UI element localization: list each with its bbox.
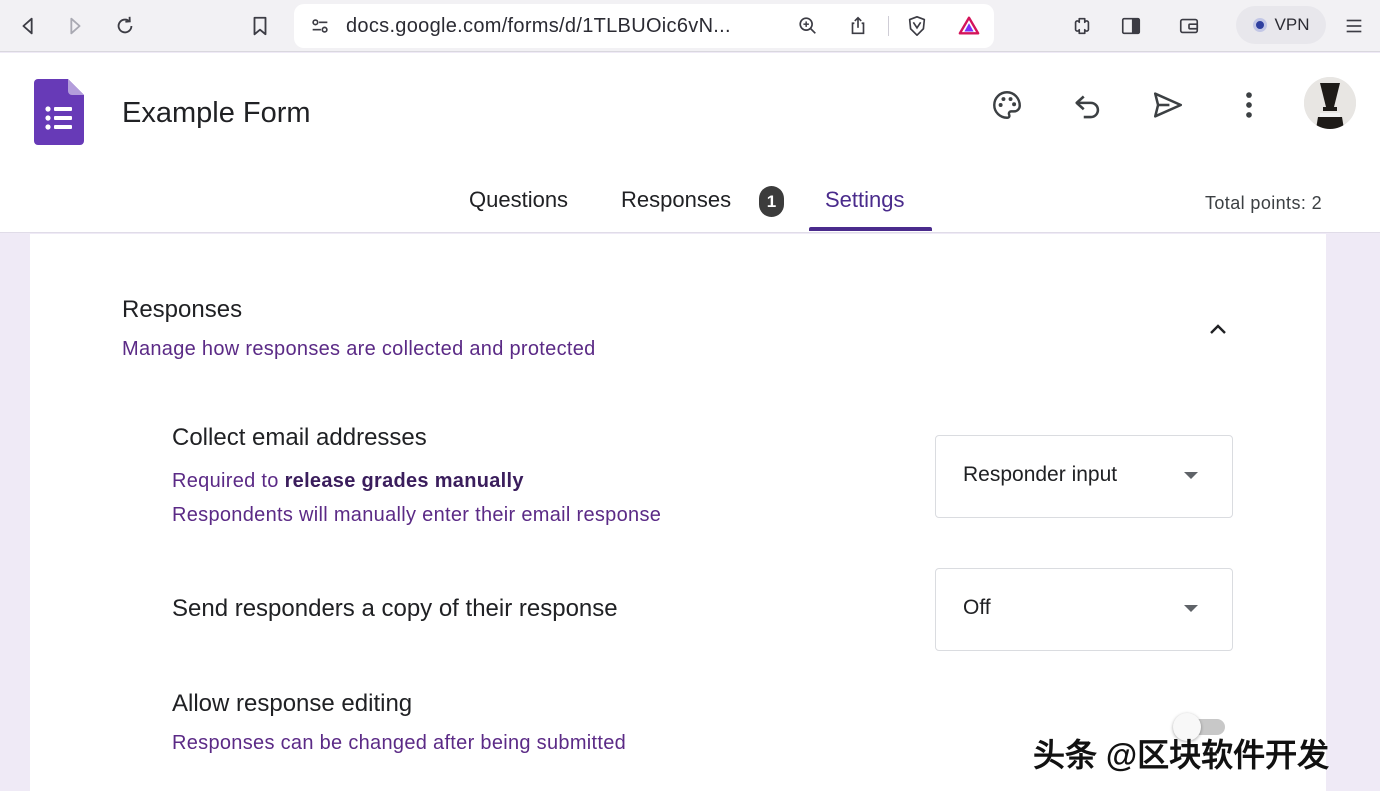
chevron-up-icon (1210, 324, 1226, 334)
vpn-label: VPN (1274, 15, 1310, 34)
site-settings-icon[interactable] (304, 10, 336, 42)
tab-questions[interactable]: Questions (469, 187, 568, 213)
brave-rewards-icon[interactable] (953, 10, 985, 42)
tab-settings[interactable]: Settings (825, 187, 905, 213)
active-tab-indicator (809, 227, 932, 231)
divider (888, 16, 889, 36)
google-forms-logo-icon[interactable] (34, 79, 84, 145)
vpn-status-icon (1252, 18, 1267, 32)
menu-icon[interactable] (1338, 10, 1370, 42)
total-points: Total points: 2 (1205, 193, 1323, 213)
wallet-icon[interactable] (1173, 10, 1205, 42)
url-text: docs.google.com/forms/d/1TLBUOic6vN... (346, 15, 731, 37)
vpn-button[interactable]: VPN (1236, 6, 1326, 44)
more-options-icon[interactable] (1227, 83, 1271, 127)
dropdown-arrow-icon (1184, 605, 1198, 612)
reload-icon[interactable] (109, 10, 141, 42)
undo-icon[interactable] (1066, 83, 1110, 127)
forward-icon[interactable] (59, 10, 91, 42)
watermark: 头条 @区块软件开发 (1033, 737, 1330, 773)
browser-toolbar: docs.google.com/forms/d/1TLBUOic6vN... V… (0, 0, 1380, 52)
share-icon[interactable] (842, 10, 874, 42)
response-editing-title: Allow response editing (172, 690, 413, 717)
collect-email-select[interactable]: Responder input (935, 435, 1233, 518)
select-value: Off (963, 596, 991, 619)
form-header: Example Form Questions Responses 1 Setti… (0, 53, 1380, 233)
zoom-icon[interactable] (792, 10, 824, 42)
response-editing-desc: Responses can be changed after being sub… (172, 732, 627, 754)
dropdown-arrow-icon (1184, 472, 1198, 479)
palette-icon[interactable] (985, 83, 1029, 127)
extensions-icon[interactable] (1066, 10, 1098, 42)
collect-email-desc-2: Respondents will manually enter their em… (172, 504, 662, 526)
account-avatar[interactable] (1304, 77, 1356, 129)
collapse-button[interactable] (1200, 312, 1236, 348)
back-icon[interactable] (12, 10, 44, 42)
release-grades-link[interactable]: release grades manually (285, 470, 524, 492)
collect-email-desc: Required to release grades manually (172, 470, 524, 492)
brave-shields-icon[interactable] (901, 10, 933, 42)
tab-bar: Questions Responses 1 Settings Total poi… (0, 183, 1380, 233)
responses-settings-card: Responses Manage how responses are colle… (30, 234, 1326, 791)
tab-responses[interactable]: Responses (621, 187, 731, 213)
section-title: Responses (122, 296, 243, 323)
sidebar-icon[interactable] (1115, 10, 1147, 42)
bookmark-icon[interactable] (244, 10, 276, 42)
section-subtitle: Manage how responses are collected and p… (122, 338, 596, 360)
send-icon[interactable] (1146, 83, 1190, 127)
responses-count-badge: 1 (759, 186, 784, 217)
send-copy-title: Send responders a copy of their response (172, 595, 618, 622)
address-bar[interactable]: docs.google.com/forms/d/1TLBUOic6vN... (294, 4, 994, 48)
collect-email-title: Collect email addresses (172, 424, 427, 451)
form-title[interactable]: Example Form (122, 97, 311, 130)
send-copy-select[interactable]: Off (935, 568, 1233, 651)
select-value: Responder input (963, 463, 1118, 486)
